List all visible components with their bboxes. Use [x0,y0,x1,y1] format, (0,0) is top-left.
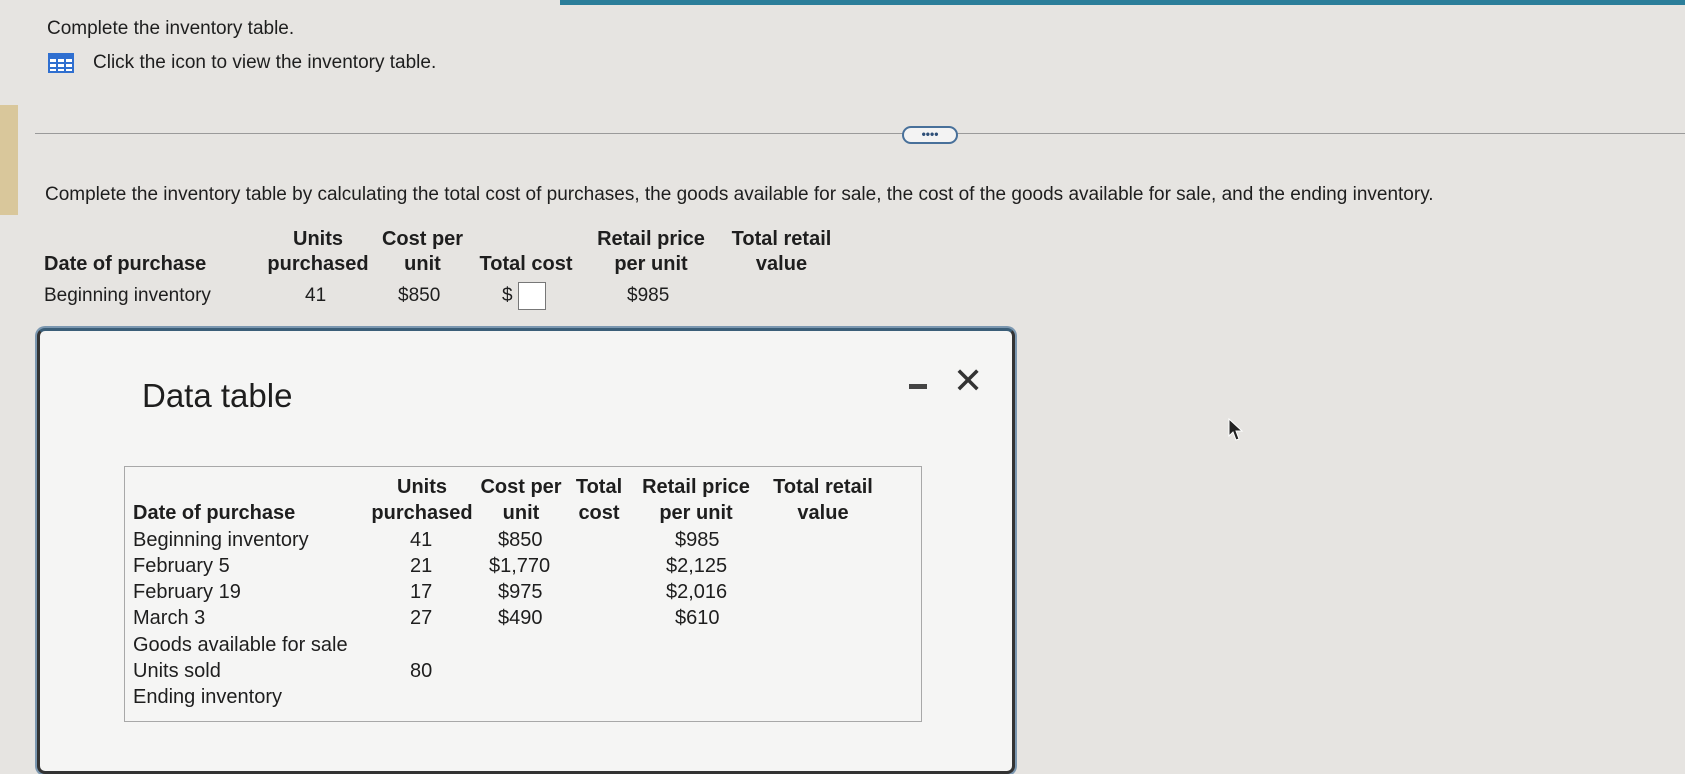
view-table-text: Click the icon to view the inventory tab… [93,52,437,73]
dt-header-total-cost: Total cost [575,476,623,524]
data-table: Date of purchase Units purchased Cost per… [124,466,922,722]
header-units: Units purchased [267,228,369,275]
row-retail-price: $985 [627,285,670,306]
dt-header-retail-price: Retail price per unit [642,476,750,524]
row-retail: $2,125 [666,555,728,577]
more-button[interactable]: •••• [902,126,958,144]
row-cost: $850 [498,529,543,551]
row-cost: $1,770 [489,555,551,577]
question-text: Complete the inventory table by calculat… [45,184,1434,205]
header-date: Date of purchase [44,253,207,275]
close-icon[interactable]: ✕ [953,361,983,401]
row-units: 17 [410,581,433,603]
row-units: 27 [410,607,433,629]
row-date: March 3 [133,607,206,629]
row-units: 41 [305,285,327,306]
header-total-cost: Total cost [479,253,573,275]
row-cost-per-unit: $850 [398,285,441,306]
dt-header-units: Units purchased [371,476,473,524]
header-cost-per-unit: Cost per unit [381,228,464,275]
mouse-cursor-icon [1228,418,1244,441]
row-date: Ending inventory [133,686,282,708]
row-date: Units sold [133,660,221,682]
modal-title: Data table [142,377,293,414]
row-units: 80 [410,660,433,682]
grid-table-icon[interactable] [47,52,75,74]
data-table-modal: Data table ✕ Date of purchase Units purch… [37,328,1015,774]
minimize-icon[interactable] [907,375,929,397]
currency-sign: $ [502,285,513,306]
view-table-line: Click the icon to view the inventory tab… [47,52,436,74]
row-date: Beginning inventory [133,529,309,551]
dt-header-date: Date of purchase [133,502,296,524]
row-units: 21 [410,555,433,577]
header-retail-price: Retail price per unit [597,228,705,275]
row-units: 41 [410,529,433,551]
row-retail: $2,016 [666,581,728,603]
top-accent-bar [560,0,1685,5]
dt-header-cost-per-unit: Cost per unit [480,476,562,524]
dt-header-total-retail: Total retail value [773,476,873,524]
row-cost: $975 [498,581,543,603]
row-date: Beginning inventory [44,285,211,306]
row-date: February 19 [133,581,241,603]
total-cost-input[interactable] [518,282,546,310]
left-marker [0,105,18,215]
row-date: Goods available for sale [133,634,348,656]
row-retail: $985 [675,529,720,551]
row-cost: $490 [498,607,543,629]
instructions-text: Complete the inventory table. [47,18,295,39]
row-retail: $610 [675,607,720,629]
header-total-retail: Total retail value [731,228,832,275]
section-divider [35,133,1685,134]
row-date: February 5 [133,555,230,577]
